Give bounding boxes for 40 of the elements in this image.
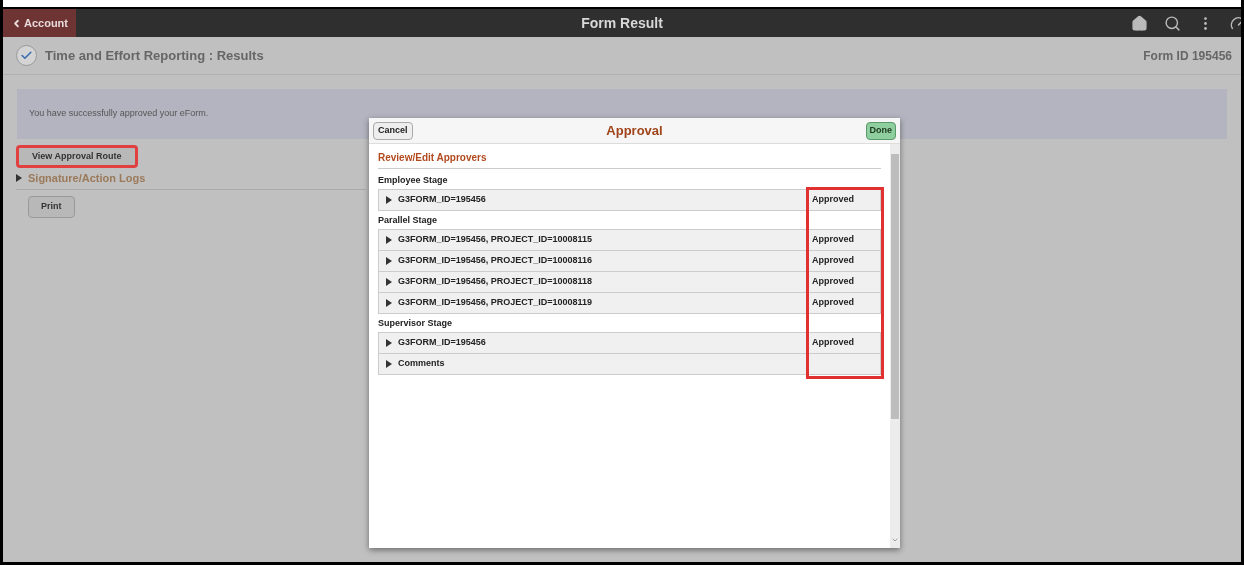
check-icon: [16, 45, 37, 66]
approver-label: G3FORM_ID=195456, PROJECT_ID=10008119: [398, 296, 593, 310]
comments-label: Comments: [398, 357, 445, 371]
comments-row[interactable]: Comments: [378, 353, 881, 375]
approver-label: G3FORM_ID=195456, PROJECT_ID=10008115: [398, 233, 593, 247]
status-text: Approved: [812, 296, 854, 310]
approver-row[interactable]: G3FORM_ID=195456 Approved: [378, 332, 881, 354]
approver-label: G3FORM_ID=195456: [398, 193, 486, 207]
approver-row[interactable]: G3FORM_ID=195456, PROJECT_ID=10008118 Approved: [378, 271, 881, 293]
print-button[interactable]: Print: [28, 195, 75, 218]
back-button[interactable]: Account: [3, 9, 76, 37]
home-icon[interactable]: [1131, 14, 1148, 32]
scroll-down-icon: [891, 536, 899, 544]
approver-row[interactable]: G3FORM_ID=195456, PROJECT_ID=10008115 Approved: [378, 229, 881, 251]
status-text: Approved: [812, 275, 854, 289]
page-heading: Time and Effort Reporting : Results: [45, 46, 264, 65]
stage-label: Parallel Stage: [378, 213, 439, 227]
done-button[interactable]: Done: [865, 121, 896, 140]
approver-label: G3FORM_ID=195456, PROJECT_ID=10008118: [398, 275, 593, 289]
status-text: Approved: [812, 336, 854, 350]
dialog-title: Approval: [606, 121, 663, 140]
approver-row[interactable]: G3FORM_ID=195456, PROJECT_ID=10008119 Approved: [378, 292, 881, 314]
approver-label: G3FORM_ID=195456: [398, 336, 486, 350]
cancel-button[interactable]: Cancel: [373, 121, 413, 140]
success-message: You have successfully approved your eForm.: [29, 108, 209, 118]
approver-label: G3FORM_ID=195456, PROJECT_ID=10008116: [398, 254, 593, 268]
status-text: Approved: [812, 254, 854, 268]
form-id: Form ID 195456: [1143, 47, 1232, 65]
back-icon: [11, 17, 22, 29]
page-title: Form Result: [581, 13, 663, 33]
section-heading: Review/Edit Approvers: [378, 150, 881, 169]
view-approval-route-button[interactable]: View Approval Route: [16, 145, 138, 168]
stage-label: Employee Stage: [378, 173, 449, 187]
search-icon[interactable]: [1164, 14, 1181, 32]
stage-label: Supervisor Stage: [378, 316, 454, 330]
scrollbar-thumb[interactable]: [891, 154, 899, 419]
approver-row[interactable]: G3FORM_ID=195456 Approved: [378, 189, 881, 211]
approver-row[interactable]: G3FORM_ID=195456, PROJECT_ID=10008116 Approved: [378, 250, 881, 272]
status-text: Approved: [812, 193, 854, 207]
status-text: Approved: [812, 233, 854, 247]
